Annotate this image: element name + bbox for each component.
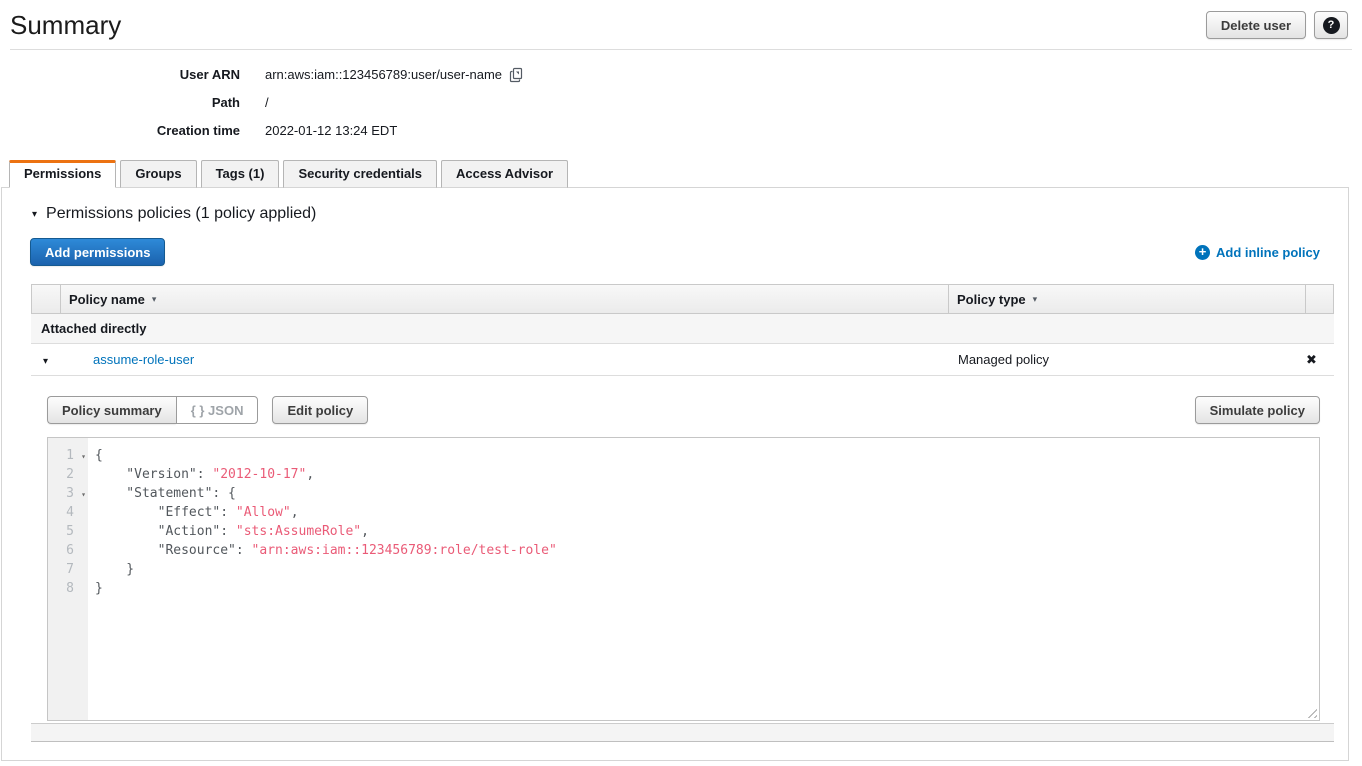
plus-icon: + xyxy=(1195,245,1210,260)
tab-bar: Permissions Groups Tags (1) Security cre… xyxy=(0,160,1362,188)
detail-value: arn:aws:iam::123456789:user/user-name xyxy=(265,67,525,83)
fold-caret-icon[interactable]: ▾ xyxy=(81,485,86,504)
gutter-line-number: 8 xyxy=(48,579,88,598)
policy-name-column-header[interactable]: Policy name ▾ xyxy=(61,285,948,313)
path-value: / xyxy=(265,95,269,110)
add-inline-policy-link[interactable]: + Add inline policy xyxy=(1195,245,1320,260)
gutter-line-number: 4 xyxy=(48,503,88,522)
help-button[interactable]: ? xyxy=(1314,11,1348,39)
expanded-policy-view: Policy summary { } JSON Edit policy Simu… xyxy=(31,376,1334,723)
tab-security-credentials[interactable]: Security credentials xyxy=(283,160,437,188)
policy-row-assume-role-user: ▾ assume-role-user Managed policy ✖ xyxy=(31,344,1334,376)
sort-arrow-icon: ▾ xyxy=(1033,294,1038,305)
detach-column-header xyxy=(1305,285,1333,313)
tab-groups[interactable]: Groups xyxy=(120,160,196,188)
code-line: } xyxy=(95,579,1319,598)
page-title: Summary xyxy=(10,10,1206,40)
edit-policy-button[interactable]: Edit policy xyxy=(272,396,368,424)
permissions-policies-section-toggle[interactable]: ▾ Permissions policies (1 policy applied… xyxy=(32,205,1348,223)
simulate-policy-button[interactable]: Simulate policy xyxy=(1195,396,1320,424)
detail-row-creation-time: Creation time 2022-01-12 13:24 EDT xyxy=(0,123,1362,138)
json-button[interactable]: { } JSON xyxy=(176,396,259,424)
gutter-line-number: 5 xyxy=(48,522,88,541)
gutter-line-number: 2 xyxy=(48,465,88,484)
add-permissions-button[interactable]: Add permissions xyxy=(30,238,165,266)
header-divider xyxy=(10,49,1352,50)
collapse-caret-icon: ▾ xyxy=(32,209,37,220)
user-details: User ARN arn:aws:iam::123456789:user/use… xyxy=(0,67,1362,138)
editor-code: { "Version": "2012-10-17", "Statement": … xyxy=(88,438,1319,720)
sort-arrow-icon: ▾ xyxy=(152,294,157,305)
code-line: { xyxy=(95,446,1319,465)
editor-gutter: 1▾23▾45678 xyxy=(48,438,88,720)
tab-tags[interactable]: Tags (1) xyxy=(201,160,280,188)
detail-row-user-arn: User ARN arn:aws:iam::123456789:user/use… xyxy=(0,67,1362,82)
detail-label: User ARN xyxy=(0,67,240,82)
table-footer-strip xyxy=(31,723,1334,742)
code-line: "Effect": "Allow", xyxy=(95,503,1319,522)
help-icon: ? xyxy=(1323,17,1340,34)
code-line: "Resource": "arn:aws:iam::123456789:role… xyxy=(95,541,1319,560)
policy-table: Policy name ▾ Policy type ▾ Attached dir… xyxy=(31,284,1334,742)
gutter-line-number: 6 xyxy=(48,541,88,560)
delete-user-button[interactable]: Delete user xyxy=(1206,11,1306,39)
expand-column-header xyxy=(32,285,61,313)
policy-name-header-label: Policy name xyxy=(69,292,145,307)
gutter-line-number: 3▾ xyxy=(48,484,88,503)
gutter-line-number: 1▾ xyxy=(48,446,88,465)
detail-label: Creation time xyxy=(0,123,240,138)
policy-name-cell: assume-role-user xyxy=(60,352,949,367)
section-title: Permissions policies (1 policy applied) xyxy=(46,205,316,223)
tab-permissions[interactable]: Permissions xyxy=(9,160,116,188)
policy-type-header-label: Policy type xyxy=(957,292,1026,307)
detach-cell: ✖ xyxy=(1306,352,1334,368)
policy-view-buttons: Policy summary { } JSON Edit policy Simu… xyxy=(47,396,1320,424)
attached-directly-group-row: Attached directly xyxy=(31,314,1334,344)
detail-label: Path xyxy=(0,95,240,110)
add-inline-policy-label: Add inline policy xyxy=(1216,245,1320,260)
expand-caret-icon: ▾ xyxy=(43,356,48,367)
policy-name-link[interactable]: assume-role-user xyxy=(93,352,194,367)
detail-row-path: Path / xyxy=(0,95,1362,110)
row-expand-caret[interactable]: ▾ xyxy=(31,352,60,367)
copy-icon[interactable] xyxy=(509,67,525,83)
user-arn-value: arn:aws:iam::123456789:user/user-name xyxy=(265,67,502,82)
gutter-line-number: 7 xyxy=(48,560,88,579)
policy-type-column-header[interactable]: Policy type ▾ xyxy=(948,285,1305,313)
policy-summary-button[interactable]: Policy summary xyxy=(47,396,176,424)
code-line: "Action": "sts:AssumeRole", xyxy=(95,522,1319,541)
permissions-tab-panel: ▾ Permissions policies (1 policy applied… xyxy=(1,187,1349,761)
creation-time-value: 2022-01-12 13:24 EDT xyxy=(265,123,397,138)
fold-caret-icon[interactable]: ▾ xyxy=(81,447,86,466)
policy-actions-row: Add permissions + Add inline policy xyxy=(30,238,1320,266)
header-actions: Delete user ? xyxy=(1206,11,1348,39)
code-line: "Statement": { xyxy=(95,484,1319,503)
detach-policy-icon[interactable]: ✖ xyxy=(1306,352,1317,367)
tab-access-advisor[interactable]: Access Advisor xyxy=(441,160,568,188)
code-line: } xyxy=(95,560,1319,579)
table-header: Policy name ▾ Policy type ▾ xyxy=(31,284,1334,314)
policy-type-cell: Managed policy xyxy=(949,352,1306,367)
code-line: "Version": "2012-10-17", xyxy=(95,465,1319,484)
page-header: Summary Delete user ? xyxy=(0,0,1362,40)
json-policy-editor[interactable]: 1▾23▾45678 { "Version": "2012-10-17", "S… xyxy=(47,437,1320,721)
